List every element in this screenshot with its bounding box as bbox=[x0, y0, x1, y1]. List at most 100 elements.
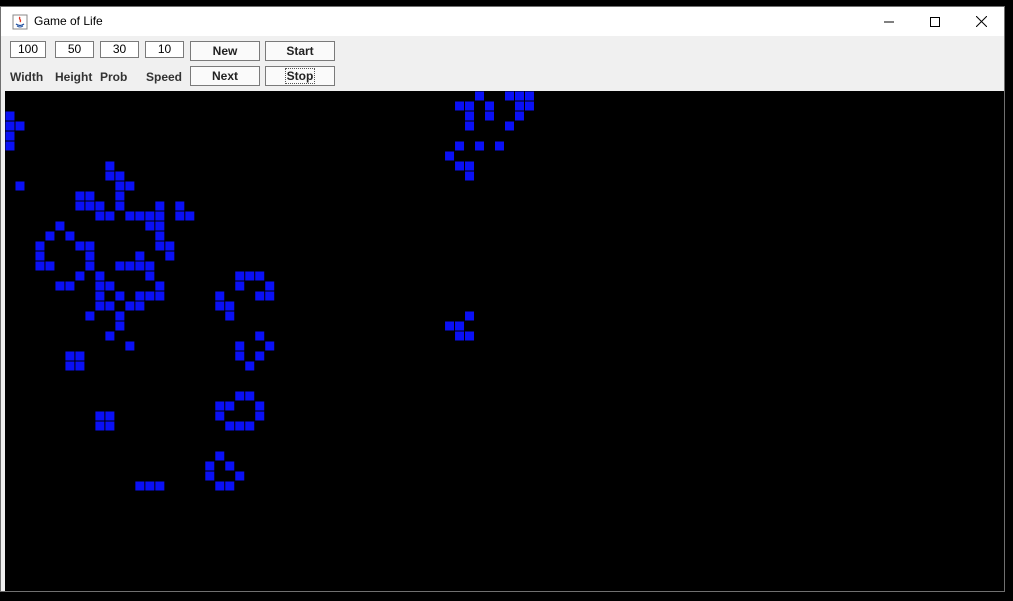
live-cell bbox=[155, 211, 165, 221]
live-cell bbox=[85, 261, 95, 271]
live-cell bbox=[105, 161, 115, 171]
live-cell bbox=[245, 421, 255, 431]
live-cell bbox=[265, 281, 275, 291]
live-cell bbox=[85, 311, 95, 321]
live-cell bbox=[95, 201, 105, 211]
live-cell bbox=[75, 361, 85, 371]
maximize-icon bbox=[930, 16, 940, 27]
live-cell bbox=[155, 231, 165, 241]
live-cell bbox=[255, 331, 265, 341]
live-cell bbox=[505, 91, 514, 101]
live-cell bbox=[465, 331, 475, 341]
live-cell bbox=[255, 291, 265, 301]
live-cell bbox=[215, 481, 225, 491]
live-cell bbox=[95, 421, 105, 431]
minimize-button[interactable] bbox=[866, 7, 912, 36]
live-cell bbox=[115, 321, 125, 331]
live-cell bbox=[215, 291, 225, 301]
live-cell bbox=[235, 471, 245, 481]
live-cell bbox=[75, 201, 85, 211]
live-cell bbox=[165, 251, 175, 261]
live-cell bbox=[445, 151, 455, 161]
start-button[interactable]: Start bbox=[265, 41, 335, 61]
control-panel: 100 50 30 10 Width Height Prob Speed New… bbox=[1, 36, 1004, 91]
live-cell bbox=[225, 301, 235, 311]
game-of-life-window: Game of Life 100 50 30 10 Width Height P… bbox=[0, 6, 1005, 592]
live-cell bbox=[125, 341, 135, 351]
live-cell bbox=[255, 271, 265, 281]
prob-field[interactable]: 30 bbox=[100, 41, 139, 58]
width-field[interactable]: 100 bbox=[10, 41, 46, 58]
live-cell bbox=[514, 101, 524, 111]
next-button[interactable]: Next bbox=[190, 66, 260, 86]
new-button[interactable]: New bbox=[190, 41, 260, 61]
live-cell bbox=[15, 181, 25, 191]
live-cell bbox=[85, 241, 95, 251]
live-cell bbox=[75, 271, 85, 281]
live-cell bbox=[115, 201, 125, 211]
live-cell bbox=[95, 411, 105, 421]
prob-label: Prob bbox=[100, 70, 128, 84]
live-cell bbox=[155, 241, 165, 251]
live-cell bbox=[155, 201, 165, 211]
live-cell bbox=[135, 481, 145, 491]
live-cell bbox=[245, 391, 255, 401]
live-cell bbox=[5, 121, 15, 131]
live-cell bbox=[255, 351, 265, 361]
live-cell bbox=[105, 411, 115, 421]
live-cell bbox=[15, 121, 25, 131]
live-cell bbox=[95, 271, 105, 281]
speed-field[interactable]: 10 bbox=[145, 41, 184, 58]
live-cell bbox=[125, 261, 135, 271]
live-cell bbox=[225, 401, 235, 411]
live-cell bbox=[225, 421, 235, 431]
live-cell bbox=[465, 111, 475, 121]
live-cell bbox=[465, 311, 475, 321]
java-app-icon bbox=[12, 14, 28, 30]
live-cell bbox=[135, 301, 145, 311]
live-cell bbox=[115, 171, 125, 181]
live-cell bbox=[155, 221, 165, 231]
live-cell bbox=[455, 161, 465, 171]
live-cell bbox=[105, 171, 115, 181]
live-cell bbox=[235, 271, 245, 281]
live-cell bbox=[95, 211, 105, 221]
live-cell bbox=[85, 191, 95, 201]
close-button[interactable] bbox=[958, 7, 1004, 36]
live-cell bbox=[225, 481, 235, 491]
life-board[interactable] bbox=[5, 91, 1004, 591]
live-cell bbox=[115, 291, 125, 301]
live-cell bbox=[514, 91, 524, 101]
maximize-button[interactable] bbox=[912, 7, 958, 36]
live-cell bbox=[95, 291, 105, 301]
stop-button[interactable]: Stop bbox=[265, 66, 335, 86]
live-cell bbox=[75, 191, 85, 201]
live-cell bbox=[85, 201, 95, 211]
live-cell bbox=[455, 101, 465, 111]
height-field[interactable]: 50 bbox=[55, 41, 94, 58]
live-cell bbox=[235, 391, 245, 401]
live-cell bbox=[175, 201, 185, 211]
live-cell bbox=[105, 331, 115, 341]
live-cell bbox=[85, 251, 95, 261]
live-cell bbox=[265, 291, 275, 301]
live-cell bbox=[185, 211, 195, 221]
live-cell bbox=[205, 461, 215, 471]
live-cell bbox=[514, 111, 524, 121]
live-cell bbox=[5, 141, 15, 151]
live-cell bbox=[235, 351, 245, 361]
live-cell bbox=[65, 231, 75, 241]
window-title: Game of Life bbox=[34, 14, 103, 28]
close-icon bbox=[975, 16, 987, 27]
live-cell bbox=[485, 101, 495, 111]
title-bar[interactable]: Game of Life bbox=[1, 7, 1004, 36]
live-cell bbox=[465, 101, 475, 111]
live-cell bbox=[105, 421, 115, 431]
live-cell bbox=[215, 451, 225, 461]
next-button-label: Next bbox=[211, 69, 238, 83]
live-cell bbox=[135, 211, 145, 221]
live-cell bbox=[235, 281, 245, 291]
live-cell bbox=[5, 111, 15, 121]
live-cell bbox=[245, 271, 255, 281]
live-cell bbox=[524, 101, 534, 111]
